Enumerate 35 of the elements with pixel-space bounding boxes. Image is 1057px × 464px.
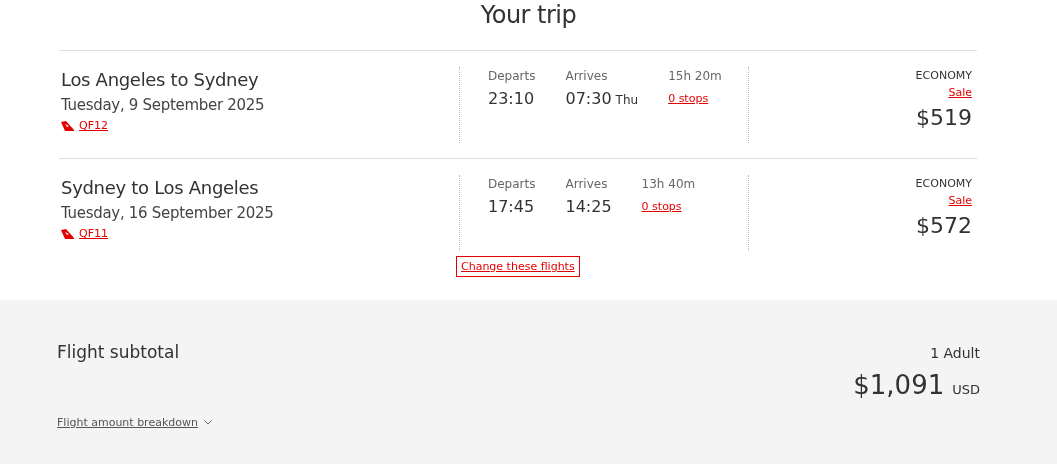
subtotal-amount: $1,091 — [853, 370, 945, 400]
breakdown-link[interactable]: Flight amount breakdown — [57, 416, 198, 429]
change-flights-button[interactable]: Change these flights — [456, 256, 580, 277]
fare-link[interactable]: Sale — [948, 85, 972, 101]
departure-time: 17:45 — [488, 196, 536, 218]
flight-number-link[interactable]: QF12 — [79, 119, 108, 132]
flight-date: Tuesday, 16 September 2025 — [61, 203, 275, 224]
passenger-count: 1 Adult — [930, 345, 980, 361]
departure-time: 23:10 — [488, 88, 536, 110]
tail-fin-icon — [61, 120, 74, 131]
tail-fin-icon — [61, 228, 74, 239]
arrival-time: 14:25 — [565, 196, 612, 218]
fare-link[interactable]: Sale — [948, 193, 972, 209]
flight-duration: 13h 40m — [641, 176, 696, 193]
stops-link[interactable]: 0 stops — [668, 85, 722, 113]
subtotal-label: Flight subtotal — [57, 342, 180, 362]
currency-code: USD — [952, 382, 980, 397]
flight-number-link[interactable]: QF11 — [79, 227, 108, 240]
route-title: Los Angeles to Sydney — [61, 68, 260, 92]
departs-label: Departs — [488, 68, 536, 85]
arrives-label: Arrives — [565, 68, 609, 85]
fare-price: $572 — [916, 212, 972, 240]
cabin-class: ECONOMY — [915, 176, 972, 192]
arrives-label: Arrives — [565, 176, 609, 193]
route-title: Sydney to Los Angeles — [61, 176, 260, 200]
stops-link[interactable]: 0 stops — [641, 193, 696, 221]
cabin-class: ECONOMY — [915, 68, 972, 84]
flight-date: Tuesday, 9 September 2025 — [61, 95, 266, 116]
page-title: Your trip — [479, 0, 578, 31]
fare-price: $519 — [916, 104, 972, 132]
arrival-day: Thu — [615, 93, 639, 107]
arrival-time: 07:30 — [565, 88, 612, 110]
flight-duration: 15h 20m — [668, 68, 722, 85]
chevron-down-icon — [203, 420, 212, 425]
departs-label: Departs — [488, 176, 536, 193]
